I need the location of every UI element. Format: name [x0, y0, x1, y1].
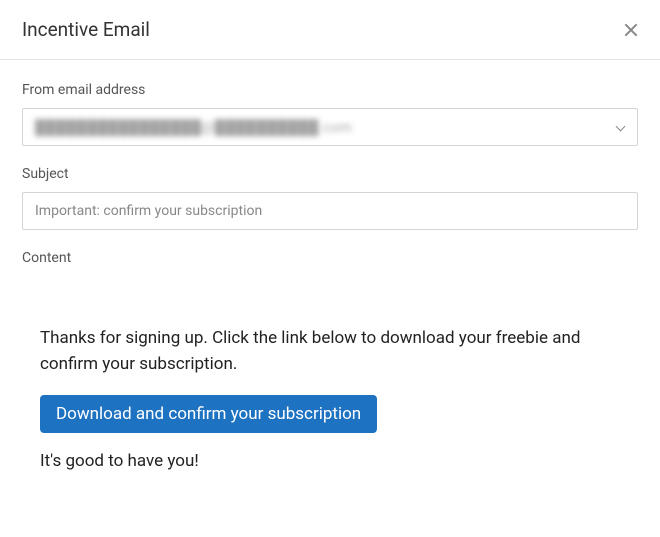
chevron-down-icon — [615, 122, 625, 132]
content-group: Content Thanks for signing up. Click the… — [22, 250, 638, 471]
subject-label: Subject — [22, 166, 638, 182]
close-icon[interactable] — [624, 23, 638, 37]
download-confirm-button[interactable]: Download and confirm your subscription — [40, 395, 377, 433]
content-intro-text: Thanks for signing up. Click the link be… — [40, 326, 620, 377]
subject-input[interactable] — [22, 192, 638, 230]
subject-group: Subject — [22, 166, 638, 230]
content-label: Content — [22, 250, 638, 266]
from-email-group: From email address ████████████████@████… — [22, 82, 638, 146]
content-closing-text: It's good to have you! — [40, 451, 620, 471]
content-preview: Thanks for signing up. Click the link be… — [22, 276, 638, 471]
from-email-select[interactable]: ████████████████@██████████.com — [22, 108, 638, 146]
from-email-value: ████████████████@██████████.com — [35, 119, 607, 136]
modal-title: Incentive Email — [22, 18, 150, 41]
modal-body: From email address ████████████████@████… — [0, 60, 660, 513]
from-email-label: From email address — [22, 82, 638, 98]
modal-header: Incentive Email — [0, 0, 660, 60]
